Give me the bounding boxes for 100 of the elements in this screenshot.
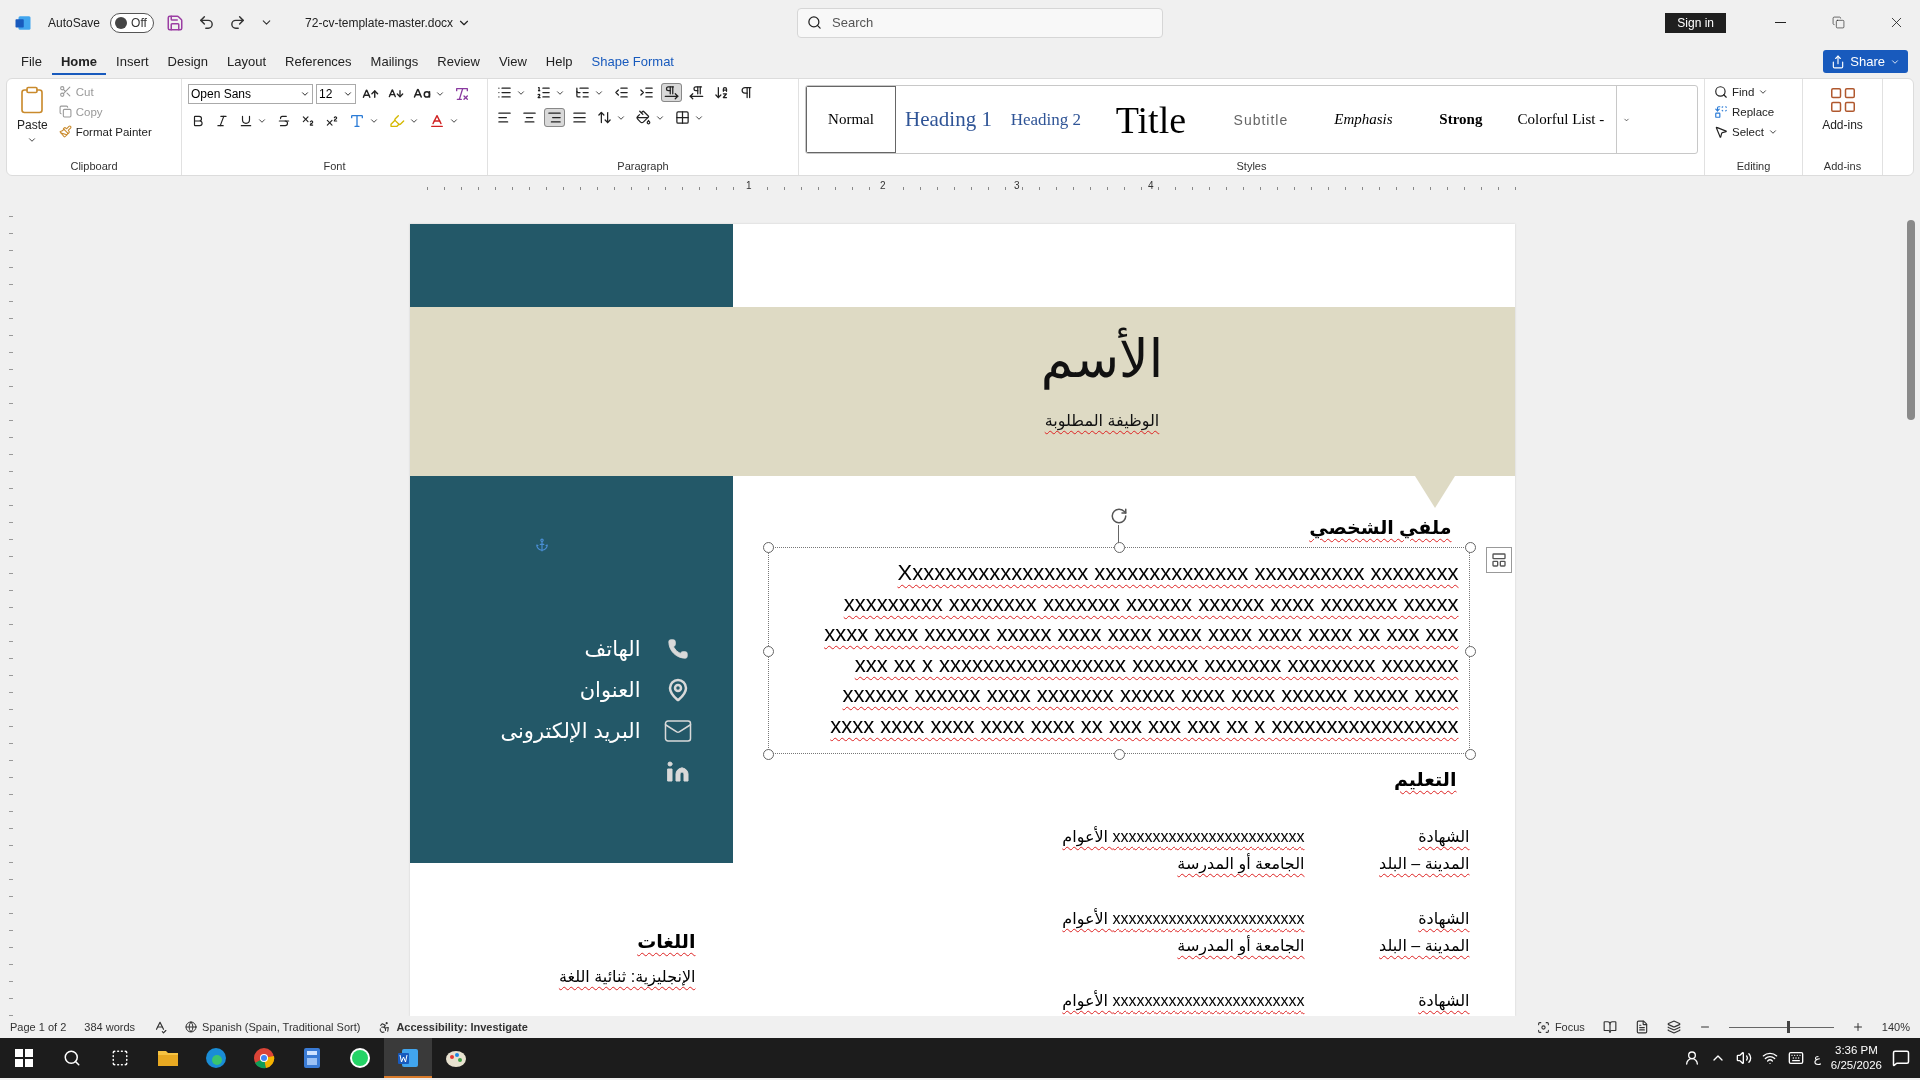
group-label: Editing: [1735, 160, 1772, 174]
share-icon: [1831, 54, 1846, 69]
keyboard-icon: [1787, 1050, 1804, 1066]
paste-button[interactable]: Paste: [13, 83, 52, 160]
profile-text-line: Xxxxxxxxxxxxxxxxx xxxxxxxxxxxxxx xxxxxxxxxx xxxxxxxx: [897, 559, 1459, 587]
ribbon-tab[interactable]: Layout: [218, 48, 276, 75]
ribbon-tab[interactable]: References: [276, 48, 361, 75]
ruler-number: 4: [1146, 180, 1156, 191]
phone-icon: [666, 637, 689, 660]
accessibility-icon: [378, 1020, 392, 1034]
decrease-indent-icon: [614, 85, 629, 100]
select-button[interactable]: Select: [1711, 123, 1781, 141]
ruler-number: 2: [878, 180, 888, 191]
school-text: الجامعة أو المدرسة: [1177, 936, 1305, 955]
caret-icon: [27, 135, 38, 145]
autosave-label: AutoSave: [48, 15, 101, 30]
ruler-number: 3: [1012, 180, 1022, 191]
subscript-icon: [301, 114, 315, 128]
contact-text: الهاتف: [584, 636, 641, 661]
location-text: المدينة – البلد: [1379, 854, 1470, 873]
years-text: xxxxxxxxxxxxxxxxxxxxxxxx الأعوام: [1062, 909, 1305, 928]
section-heading: التعليم: [1393, 768, 1457, 791]
format-painter-button[interactable]: Format Painter: [55, 123, 155, 140]
group-label: Styles: [1235, 160, 1268, 174]
globe-icon: [185, 1021, 198, 1033]
profile-text-line: xxxxxxxxx xxxxxxxx xxxxxxx xxxxxx xxxxxx xxxx xxxxxxx xxxxx: [843, 589, 1459, 618]
ribbon-tab[interactable]: Insert: [107, 48, 158, 75]
resize-handle[interactable]: [1464, 645, 1476, 657]
sort-icon: [714, 85, 729, 100]
caret-icon: [1767, 127, 1778, 137]
document-title[interactable]: 72-cv-template-master.docx: [299, 14, 478, 31]
redo-icon: [229, 14, 247, 31]
ribbon-tab[interactable]: Help: [536, 48, 582, 75]
resize-handle[interactable]: [762, 542, 774, 553]
years-text: xxxxxxxxxxxxxxxxxxxxxxxx الأعوام: [1062, 991, 1305, 1010]
borders-icon: [675, 110, 690, 125]
input-language[interactable]: ع: [1813, 1051, 1821, 1065]
ribbon-tab[interactable]: View: [489, 48, 536, 75]
ribbon-tab[interactable]: Design: [158, 48, 218, 75]
scissors-icon: [58, 85, 72, 98]
ribbon-tab[interactable]: Review: [428, 48, 489, 75]
align-icon: [547, 110, 562, 125]
autosave-toggle[interactable]: Off: [110, 12, 155, 33]
accessibility-status[interactable]: Accessibility: Investigate: [378, 1020, 528, 1034]
resize-handle[interactable]: [1113, 542, 1125, 553]
sign-in-button[interactable]: Sign in: [1665, 12, 1726, 33]
task-view-icon: [111, 1049, 129, 1067]
text-effects-icon: [349, 113, 365, 129]
search-field[interactable]: Search: [797, 7, 1164, 38]
share-button[interactable]: Share: [1823, 50, 1908, 73]
add-ins-button[interactable]: Add-ins: [1818, 83, 1867, 160]
save-icon: [166, 13, 185, 32]
resize-handle[interactable]: [1464, 542, 1476, 553]
find-button[interactable]: Find: [1711, 83, 1781, 101]
align-button[interactable]: [544, 108, 565, 127]
font-name-select[interactable]: Open Sans: [188, 84, 313, 104]
page-count: Page 1 of 2: [10, 1021, 67, 1033]
profile-text-line: xxxxxx xxxxxx xxxx xxxxxxx xxxxx xxxx xxxx xxxxxx xxxxx xxxx: [842, 681, 1459, 709]
caret-icon: [409, 116, 419, 126]
ruler-number: 1: [744, 180, 754, 191]
numbering-icon: [536, 85, 551, 100]
text-direction-button[interactable]: [661, 83, 682, 102]
ribbon-tab[interactable]: Home: [51, 48, 107, 75]
resize-handle[interactable]: [1113, 749, 1125, 760]
strikethrough-icon: [277, 114, 291, 128]
linkedin-icon: [665, 759, 690, 784]
clock[interactable]: 3:36 PM 6/25/2026: [1830, 1043, 1882, 1073]
layout-icon: [1490, 552, 1507, 568]
section-heading: اللغات: [636, 930, 696, 953]
align-icon: [497, 110, 512, 125]
volume-icon: [1735, 1050, 1752, 1066]
ribbon-tab[interactable]: Mailings: [361, 48, 428, 75]
ribbon-tab[interactable]: Shape Format: [582, 48, 683, 75]
resize-handle[interactable]: [1464, 749, 1476, 760]
slider-thumb[interactable]: [1786, 1021, 1790, 1033]
scrollbar-thumb[interactable]: [1907, 220, 1915, 420]
pilcrow-arrow-icon: [689, 85, 704, 100]
font-size-select[interactable]: 12: [316, 84, 356, 104]
highlighter-icon: [389, 113, 405, 129]
degree-text: الشهادة: [1418, 991, 1470, 1010]
search-icon: [1714, 85, 1728, 99]
language-text: الإنجليزية: ثنائية اللغة: [557, 967, 696, 986]
caret-icon: [449, 116, 459, 126]
align-icon: [522, 110, 537, 125]
replace-button[interactable]: Replace: [1711, 103, 1781, 121]
rotate-handle[interactable]: [1109, 507, 1128, 543]
ribbon-tab[interactable]: File: [12, 48, 51, 75]
focus-button[interactable]: Focus: [1536, 1020, 1585, 1034]
style-item[interactable]: Normal: [806, 86, 896, 153]
pilcrow-arrow-icon: [664, 85, 679, 100]
paintbrush-icon: [58, 125, 72, 138]
resize-handle[interactable]: [762, 645, 774, 657]
wifi-icon: [1761, 1050, 1778, 1066]
section-heading: ملفي الشخصي: [1309, 516, 1452, 539]
layout-options-button[interactable]: [1485, 547, 1512, 573]
degree-text: الشهادة: [1418, 909, 1470, 928]
resize-handle[interactable]: [762, 749, 774, 760]
search-icon: [807, 14, 823, 30]
minimize-icon: [1774, 22, 1786, 23]
underline-icon: [239, 114, 253, 128]
